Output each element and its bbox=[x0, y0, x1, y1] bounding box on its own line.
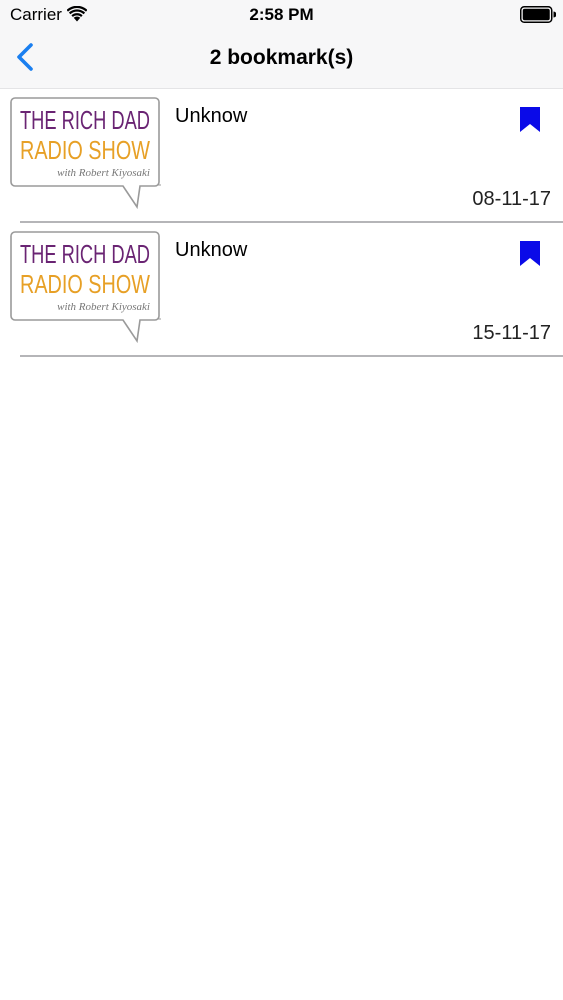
bookmark-icon[interactable] bbox=[519, 241, 541, 267]
logo-line-1: THE RICH DAD bbox=[20, 105, 150, 135]
bookmark-title: Unknow bbox=[175, 105, 248, 127]
bookmark-date: 15-11-17 bbox=[472, 322, 551, 344]
wifi-icon bbox=[67, 6, 87, 22]
bookmark-title: Unknow bbox=[175, 239, 248, 261]
status-carrier: Carrier bbox=[10, 5, 62, 24]
bookmark-list: THE RICH DAD RADIO SHOW with Robert Kiyo… bbox=[0, 89, 563, 357]
bookmarks-screen: Carrier 2:58 PM 2 bookmark(s) THE RICH D… bbox=[0, 0, 563, 1000]
logo-line-2: RADIO SHOW bbox=[20, 269, 150, 299]
logo-line-2: RADIO SHOW bbox=[20, 135, 150, 165]
bookmark-date: 08-11-17 bbox=[472, 188, 551, 210]
battery-icon bbox=[520, 6, 556, 23]
row-separator bbox=[20, 355, 563, 357]
back-button[interactable] bbox=[10, 38, 44, 78]
chevron-left-icon bbox=[17, 43, 33, 71]
podcast-thumbnail: THE RICH DAD RADIO SHOW with Robert Kiyo… bbox=[10, 231, 161, 344]
bookmark-row[interactable]: THE RICH DAD RADIO SHOW with Robert Kiyo… bbox=[0, 89, 563, 223]
page-title: 2 bookmark(s) bbox=[209, 46, 354, 69]
top-bar: Carrier 2:58 PM 2 bookmark(s) bbox=[0, 0, 563, 89]
logo-line-1: THE RICH DAD bbox=[20, 239, 150, 269]
bookmark-icon[interactable] bbox=[519, 107, 541, 133]
logo-line-3: with Robert Kiyosaki bbox=[57, 301, 150, 313]
podcast-thumbnail: THE RICH DAD RADIO SHOW with Robert Kiyo… bbox=[10, 97, 161, 210]
bookmark-row[interactable]: THE RICH DAD RADIO SHOW with Robert Kiyo… bbox=[0, 223, 563, 357]
logo-line-3: with Robert Kiyosaki bbox=[57, 167, 150, 179]
